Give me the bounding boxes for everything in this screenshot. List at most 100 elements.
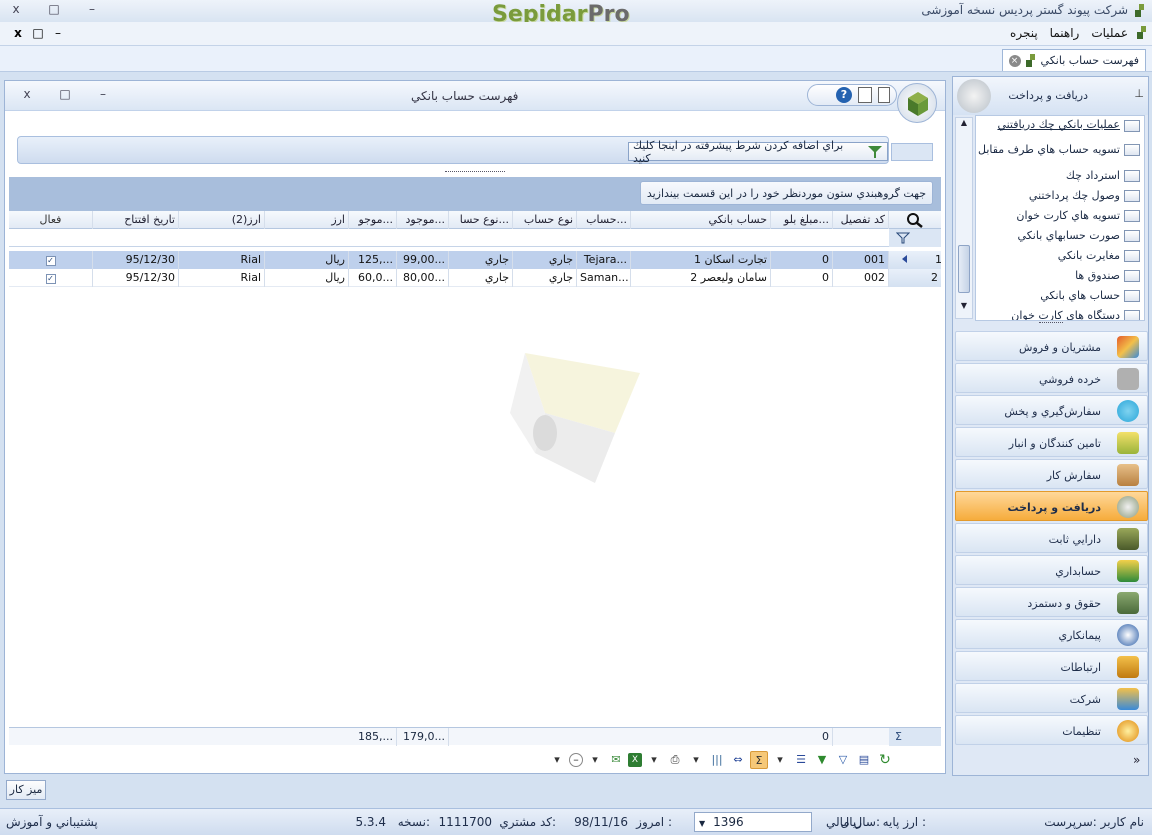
type2-cell: جاري (449, 251, 513, 269)
more-options-icon[interactable]: – (569, 753, 583, 767)
summary-sigma-icon[interactable]: Σ (750, 751, 768, 769)
currency2-cell: Rial (179, 251, 265, 269)
desk-button[interactable]: ميز كار (6, 780, 46, 800)
fiscal-year-select[interactable]: ▼ 1396 (694, 812, 812, 832)
close-window-button[interactable]: x (6, 2, 26, 20)
column-header-active[interactable]: فعال (9, 211, 93, 229)
layout-icon[interactable]: ▤ (855, 751, 873, 769)
scroll-up-icon[interactable]: ▲ (956, 118, 972, 127)
support-link[interactable]: پشتيباني و آموزش (6, 815, 98, 829)
module-settings[interactable]: تنظيمات (955, 715, 1148, 745)
new-document-icon[interactable] (878, 87, 890, 103)
cash-stack-icon (1117, 592, 1139, 614)
nav-item-check-return[interactable]: استرداد چك (976, 166, 1144, 186)
add-filter-condition-button[interactable]: براي اضافه كردن شرط پيشرفته در اينجا كلي… (628, 139, 888, 165)
column-header-amount[interactable]: مبلغ بلو... (771, 211, 833, 229)
module-fixed-assets[interactable]: دارايي ثابت (955, 523, 1148, 553)
splitter-handle[interactable] (445, 171, 505, 175)
column-header-account-type2[interactable]: نوع حسا... (449, 211, 513, 229)
row-indicator[interactable]: 1 (889, 251, 941, 269)
menu-window[interactable]: پنجره (1004, 26, 1044, 40)
filter-row-toggle-icon[interactable]: ▽ (834, 751, 852, 769)
group-by-hint: جهت گروهبندي ستون موردنظر خود را در اين … (639, 181, 933, 205)
expand-nav-icon[interactable]: » (1133, 753, 1140, 767)
help-icon[interactable]: ? (836, 87, 852, 103)
group-panel-icon[interactable]: ☰ (792, 751, 810, 769)
table-row[interactable]: ✓ 95/12/30 Rial ريال 125,... 99,00... جا… (9, 251, 941, 269)
module-suppliers-inventory[interactable]: تامين كنندگان و انبار (955, 427, 1148, 457)
scroll-down-icon[interactable]: ▼ (956, 301, 972, 310)
nav-list-scrollbar[interactable]: ▲ ▼ (955, 117, 973, 319)
sigma-dropdown-icon[interactable]: ▾ (771, 751, 789, 769)
nav-item-settlements[interactable]: تسويه حساب هاي طرف مقابل (976, 134, 1144, 166)
scroll-thumb[interactable] (958, 245, 970, 293)
mdi-close-button[interactable]: x (8, 26, 28, 44)
nav-item-card-readers[interactable]: دستگاه هاي كارت خوان (976, 306, 1144, 320)
filter-icon[interactable]: ▼ (813, 751, 831, 769)
column-header-code[interactable]: كد تفصيل (833, 211, 889, 229)
menu-operations[interactable]: عملیات (1085, 26, 1134, 40)
module-sales[interactable]: مشتريان و فروش (955, 331, 1148, 361)
row-indicator[interactable]: 2 (889, 269, 941, 287)
column-header-bank-account[interactable]: حساب بانكي (631, 211, 771, 229)
child-close-button[interactable]: x (17, 87, 37, 105)
child-restore-button[interactable]: □ (55, 87, 75, 105)
nav-item-bank-statements[interactable]: صورت حسابهاي بانكي (976, 226, 1144, 246)
grid-search-icon[interactable] (889, 211, 941, 229)
minimize-window-button[interactable]: – (82, 2, 102, 20)
module-communications[interactable]: ارتباطات (955, 651, 1148, 681)
column-header-currency2[interactable]: ارز(2) (179, 211, 265, 229)
amount-cell: 0 (771, 269, 833, 287)
print-dropdown-icon[interactable]: ▾ (687, 751, 705, 769)
tab-bank-account-list[interactable]: × فهرست حساب بانکي (1001, 49, 1146, 71)
sepidar-watermark-icon (505, 353, 645, 483)
edit-icon[interactable] (858, 87, 872, 103)
mdi-restore-button[interactable]: □ (28, 26, 48, 44)
options-dropdown-icon[interactable]: ▾ (548, 751, 566, 769)
column-header-account[interactable]: حساب... (577, 211, 631, 229)
nav-item-paid-check-collection[interactable]: وصول چك پرداختني (976, 186, 1144, 206)
group-by-area[interactable]: جهت گروهبندي ستون موردنظر خود را در اين … (9, 177, 941, 211)
fit-columns-icon[interactable]: ⇔ (729, 751, 747, 769)
send-mail-icon[interactable]: ✉ (607, 751, 625, 769)
module-retail[interactable]: خرده فروشي (955, 363, 1148, 393)
menu-help[interactable]: راهنما (1044, 26, 1086, 40)
child-minimize-button[interactable]: – (93, 87, 113, 105)
column-header-open-date[interactable]: تاريخ افتتاح (93, 211, 179, 229)
columns-icon[interactable]: ||| (708, 751, 726, 769)
restore-window-button[interactable]: □ (44, 2, 64, 20)
column-header-balance1[interactable]: موجود... (397, 211, 449, 229)
active-checkbox[interactable]: ✓ (9, 251, 93, 269)
mdi-minimize-button[interactable]: – (48, 26, 68, 44)
nav-splitter-handle[interactable] (1039, 322, 1063, 325)
print-icon[interactable]: ⎙ (666, 751, 684, 769)
module-receipt-payment[interactable]: دريافت و پرداخت (955, 491, 1148, 521)
nav-item-cash-boxes[interactable]: صندوق ها (976, 266, 1144, 286)
refresh-icon[interactable]: ↻ (876, 751, 894, 769)
module-company[interactable]: شركت (955, 683, 1148, 713)
document-tab-strip: × فهرست حساب بانکي (0, 46, 1152, 72)
column-header-account-type[interactable]: نوع حساب (513, 211, 577, 229)
nav-item-bank-reconciliation[interactable]: مغايرت بانكي (976, 246, 1144, 266)
module-accounting[interactable]: حسابداري (955, 555, 1148, 585)
add-condition-label: براي اضافه كردن شرط پيشرفته در اينجا كلي… (633, 138, 844, 165)
column-header-balance2[interactable]: موجو... (349, 211, 397, 229)
pin-icon[interactable]: ⊥ (1134, 87, 1144, 100)
export-dropdown-icon[interactable]: ▾ (645, 751, 663, 769)
module-work-orders[interactable]: سفارش كار (955, 459, 1148, 489)
nav-item-received-checks[interactable]: عمليات بانكي چك دريافتني (976, 116, 1144, 134)
grid-filter-row[interactable] (9, 229, 941, 247)
account-cell: Saman... (577, 269, 631, 287)
column-header-currency[interactable]: ارز (265, 211, 349, 229)
active-checkbox[interactable]: ✓ (9, 269, 93, 287)
nav-item-card-reader-settlements[interactable]: تسويه هاي كارت خوان (976, 206, 1144, 226)
module-contracting[interactable]: پيمانكاري (955, 619, 1148, 649)
send-dropdown-icon[interactable]: ▾ (586, 751, 604, 769)
table-row[interactable]: ✓ 95/12/30 Rial ريال 60,0... 80,00... جا… (9, 269, 941, 287)
excel-export-icon[interactable]: X (628, 753, 642, 767)
status-version-label: نسخه: (397, 815, 430, 829)
nav-item-bank-accounts[interactable]: حساب هاي بانكي (976, 286, 1144, 306)
close-tab-icon[interactable]: × (1008, 54, 1021, 67)
module-payroll[interactable]: حقوق و دستمزد (955, 587, 1148, 617)
module-distribution[interactable]: سفارش‌گيري و پخش (955, 395, 1148, 425)
